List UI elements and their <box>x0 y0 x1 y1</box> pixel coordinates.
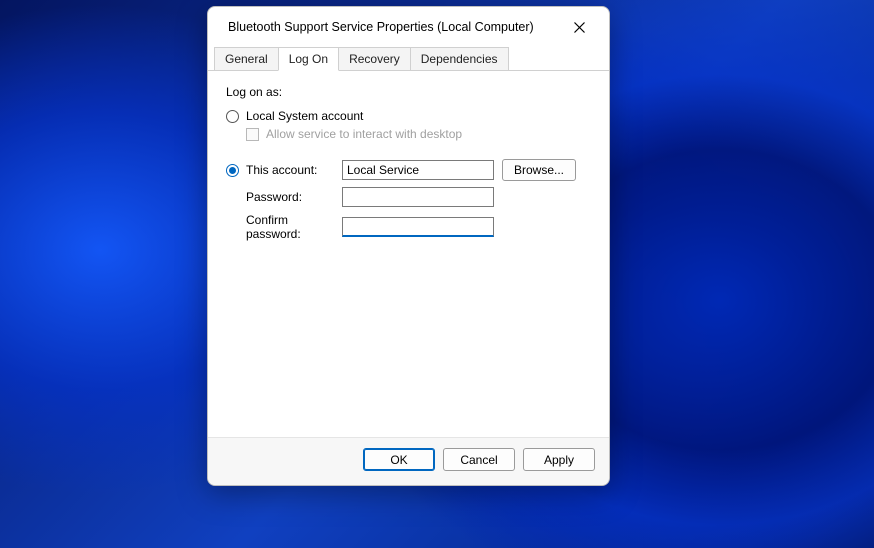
checkbox-allow-interact <box>246 128 259 141</box>
option-local-system[interactable]: Local System account <box>226 109 591 123</box>
apply-button[interactable]: Apply <box>523 448 595 471</box>
local-system-label: Local System account <box>246 109 363 123</box>
cancel-button[interactable]: Cancel <box>443 448 515 471</box>
radio-this-account[interactable] <box>226 164 239 177</box>
confirm-password-input[interactable] <box>342 217 494 237</box>
tab-strip: General Log On Recovery Dependencies <box>208 47 609 71</box>
option-allow-interact: Allow service to interact with desktop <box>246 127 591 141</box>
password-input[interactable] <box>342 187 494 207</box>
account-input[interactable] <box>342 160 494 180</box>
tab-log-on[interactable]: Log On <box>278 47 339 71</box>
tab-general[interactable]: General <box>214 47 279 71</box>
password-label: Password: <box>226 190 342 204</box>
tab-recovery[interactable]: Recovery <box>338 47 411 71</box>
option-this-account[interactable]: This account: Browse... <box>226 159 591 181</box>
close-icon <box>574 22 585 33</box>
log-on-as-label: Log on as: <box>226 85 591 99</box>
allow-interact-label: Allow service to interact with desktop <box>266 127 462 141</box>
browse-button[interactable]: Browse... <box>502 159 576 181</box>
radio-local-system[interactable] <box>226 110 239 123</box>
confirm-password-label: Confirm password: <box>226 213 342 241</box>
dialog-footer: OK Cancel Apply <box>208 437 609 485</box>
this-account-label: This account: <box>246 163 342 177</box>
tab-dependencies[interactable]: Dependencies <box>410 47 509 71</box>
close-button[interactable] <box>557 12 601 42</box>
tab-panel-log-on: Log on as: Local System account Allow se… <box>208 71 609 437</box>
ok-button[interactable]: OK <box>363 448 435 471</box>
service-properties-dialog: Bluetooth Support Service Properties (Lo… <box>207 6 610 486</box>
titlebar: Bluetooth Support Service Properties (Lo… <box>208 7 609 47</box>
dialog-title: Bluetooth Support Service Properties (Lo… <box>228 20 557 34</box>
